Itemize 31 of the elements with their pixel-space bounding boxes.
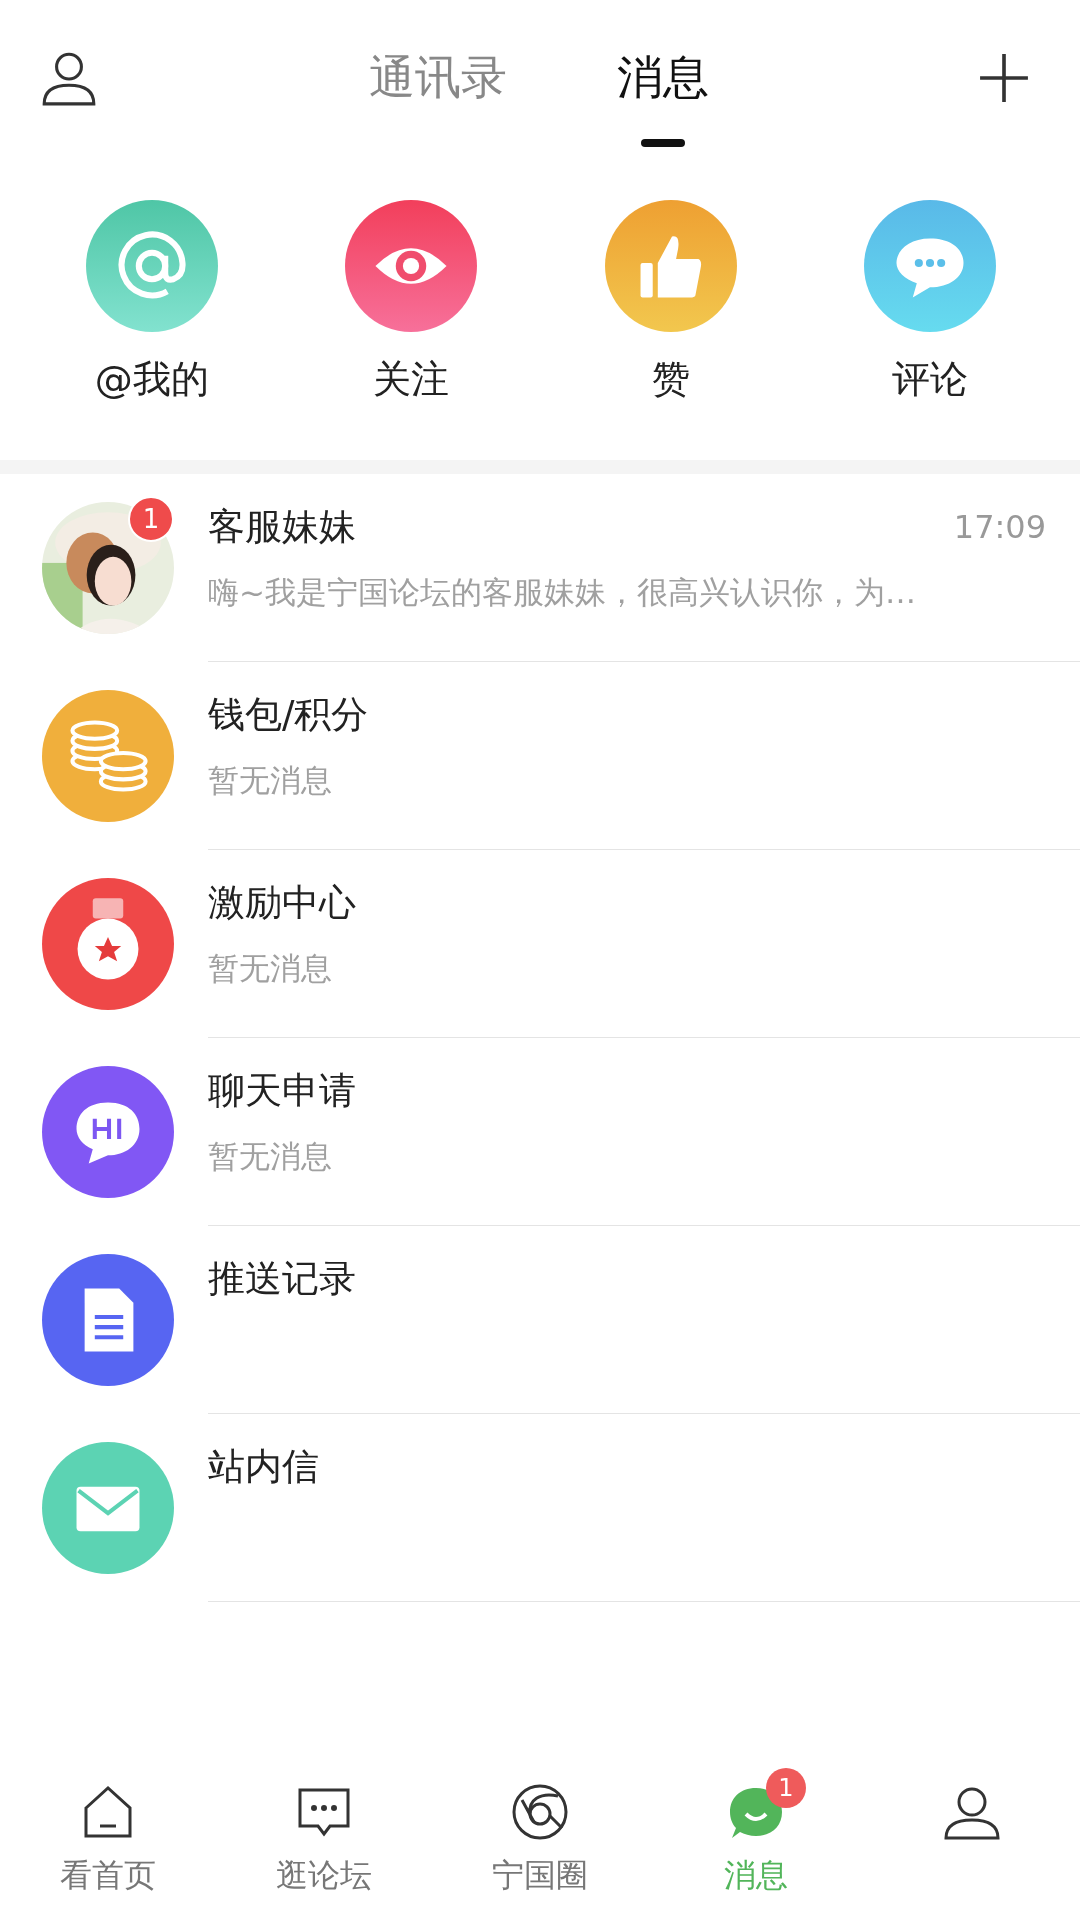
conversation-title[interactable]: 钱包/积分 (208, 690, 369, 740)
nav-label[interactable]: 看首页 (60, 1854, 156, 1898)
nav-label[interactable]: 宁国圈 (492, 1854, 588, 1898)
tab[interactable]: 通讯录 (369, 50, 507, 148)
nav-label[interactable]: 逛论坛 (276, 1854, 372, 1898)
message-preview: 暂无消息 (208, 1137, 333, 1176)
shortcut-label[interactable]: 关注 (373, 354, 450, 405)
conversation-title[interactable]: 聊天申请 (208, 1066, 356, 1116)
shortcut-label[interactable]: 评论 (892, 354, 969, 405)
message-time: 17:09 (953, 508, 1046, 546)
conversation-title[interactable]: 推送记录 (208, 1254, 356, 1304)
add-icon[interactable] (978, 52, 1030, 104)
envelope-icon (42, 1442, 174, 1574)
medal-icon (42, 878, 174, 1010)
message-preview: 嗨~我是宁国论坛的客服妹妹，很高兴认识你，为… (208, 573, 917, 612)
conversation-title[interactable]: 站内信 (208, 1442, 319, 1492)
thumbs-up-icon[interactable] (604, 200, 737, 332)
circle-ring-icon[interactable] (510, 1782, 570, 1842)
tab[interactable]: 消息 (617, 50, 709, 148)
eye-icon[interactable] (345, 200, 478, 332)
message-preview: 暂无消息 (208, 949, 333, 988)
document-icon (42, 1254, 174, 1386)
message-preview: 暂无消息 (208, 761, 333, 800)
shortcut-label[interactable]: 赞 (651, 354, 690, 405)
shortcut-label[interactable]: @我的 (94, 354, 209, 405)
conversation-title[interactable]: 客服妹妹 (208, 502, 356, 552)
chat-bubble-icon (42, 1066, 174, 1198)
conversation-title[interactable]: 激励中心 (208, 878, 356, 928)
unread-badge: 1 (128, 496, 174, 542)
coins-icon (42, 690, 174, 822)
unread-badge: 1 (766, 1768, 806, 1808)
